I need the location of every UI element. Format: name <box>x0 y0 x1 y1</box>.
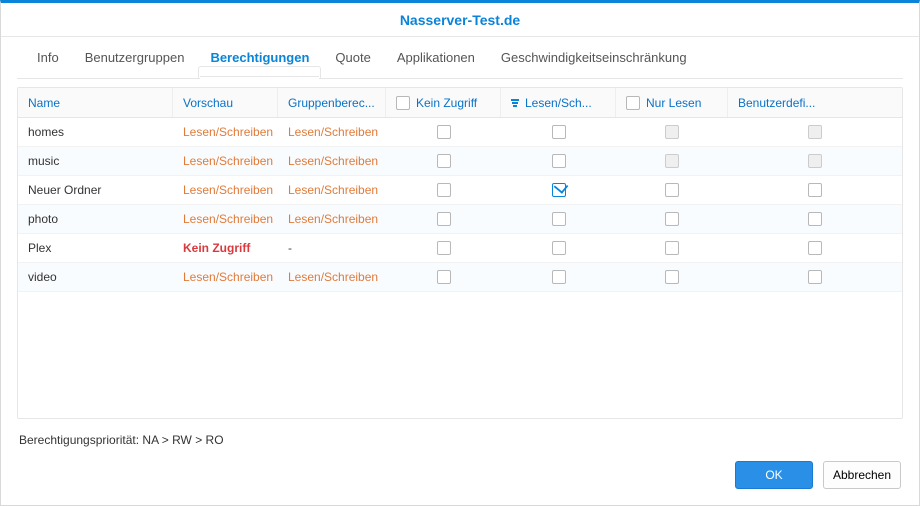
table-row[interactable]: Neuer OrdnerLesen/SchreibenLesen/Schreib… <box>18 176 902 205</box>
tab-speed-limit[interactable]: Geschwindigkeitseinschränkung <box>501 37 687 78</box>
dialog-window: Nasserver-Test.de Info Benutzergruppen B… <box>0 0 920 506</box>
checkbox-no-access[interactable] <box>437 212 451 226</box>
titlebar: Nasserver-Test.de <box>1 3 919 37</box>
permissions-table: Name Vorschau Gruppenberec... Kein Zugri… <box>17 87 903 419</box>
checkbox-no-access[interactable] <box>437 241 451 255</box>
cell-preview: Lesen/Schreiben <box>173 263 278 291</box>
cell-preview: Lesen/Schreiben <box>173 118 278 146</box>
priority-note: Berechtigungspriorität: NA > RW > RO <box>1 419 919 461</box>
cell-custom <box>728 263 902 291</box>
checkbox-no-access[interactable] <box>437 125 451 139</box>
cell-group-permission: Lesen/Schreiben <box>278 205 386 233</box>
tab-permissions[interactable]: Berechtigungen <box>210 37 309 78</box>
checkbox-read-write[interactable] <box>552 183 566 197</box>
checkbox-read-only[interactable] <box>665 183 679 197</box>
checkbox-read-only[interactable] <box>665 125 679 139</box>
cell-custom <box>728 118 902 146</box>
cell-no-access <box>386 234 501 262</box>
ok-button[interactable]: OK <box>735 461 813 489</box>
checkbox-read-only[interactable] <box>665 241 679 255</box>
table-row[interactable]: PlexKein Zugriff- <box>18 234 902 263</box>
tab-quota[interactable]: Quote <box>335 37 370 78</box>
cell-group-permission: Lesen/Schreiben <box>278 263 386 291</box>
cell-custom <box>728 234 902 262</box>
col-group-permission[interactable]: Gruppenberec... <box>278 88 386 117</box>
cell-read-write <box>501 147 616 175</box>
checkbox-read-write[interactable] <box>552 241 566 255</box>
cell-custom <box>728 147 902 175</box>
checkbox-read-write[interactable] <box>552 212 566 226</box>
window-title: Nasserver-Test.de <box>400 12 520 28</box>
checkbox-read-write[interactable] <box>552 125 566 139</box>
checkbox-read-write[interactable] <box>552 270 566 284</box>
checkbox-custom[interactable] <box>808 241 822 255</box>
cell-group-permission: Lesen/Schreiben <box>278 118 386 146</box>
cell-group-permission: Lesen/Schreiben <box>278 147 386 175</box>
cell-name: homes <box>18 118 173 146</box>
checkbox-read-only[interactable] <box>665 154 679 168</box>
table-body: homesLesen/SchreibenLesen/Schreibenmusic… <box>18 118 902 292</box>
cell-custom <box>728 176 902 204</box>
checkbox-custom[interactable] <box>808 212 822 226</box>
checkbox-read-only[interactable] <box>665 270 679 284</box>
cell-read-only <box>616 234 728 262</box>
checkbox-no-access[interactable] <box>437 270 451 284</box>
cancel-button[interactable]: Abbrechen <box>823 461 901 489</box>
cell-name: music <box>18 147 173 175</box>
col-no-access[interactable]: Kein Zugriff <box>386 88 501 117</box>
cell-read-write <box>501 234 616 262</box>
checkbox-custom[interactable] <box>808 183 822 197</box>
table-row[interactable]: homesLesen/SchreibenLesen/Schreiben <box>18 118 902 147</box>
cell-read-only <box>616 147 728 175</box>
cell-no-access <box>386 147 501 175</box>
table-row[interactable]: photoLesen/SchreibenLesen/Schreiben <box>18 205 902 234</box>
checkbox-no-access[interactable] <box>437 183 451 197</box>
cell-name: video <box>18 263 173 291</box>
cell-preview: Lesen/Schreiben <box>173 205 278 233</box>
col-custom[interactable]: Benutzerdefi... <box>728 88 902 117</box>
cell-name: photo <box>18 205 173 233</box>
checkbox-icon[interactable] <box>626 96 640 110</box>
table-row[interactable]: musicLesen/SchreibenLesen/Schreiben <box>18 147 902 176</box>
cell-name: Neuer Ordner <box>18 176 173 204</box>
col-preview[interactable]: Vorschau <box>173 88 278 117</box>
tab-user-groups[interactable]: Benutzergruppen <box>85 37 185 78</box>
checkbox-read-write[interactable] <box>552 154 566 168</box>
cell-read-write <box>501 205 616 233</box>
cell-name: Plex <box>18 234 173 262</box>
cell-preview: Kein Zugriff <box>173 234 278 262</box>
cell-no-access <box>386 205 501 233</box>
checkbox-no-access[interactable] <box>437 154 451 168</box>
cell-read-write <box>501 176 616 204</box>
tab-bar: Info Benutzergruppen Berechtigungen Quot… <box>17 37 903 79</box>
cell-preview: Lesen/Schreiben <box>173 147 278 175</box>
table-row[interactable]: videoLesen/SchreibenLesen/Schreiben <box>18 263 902 292</box>
cell-read-only <box>616 176 728 204</box>
cell-custom <box>728 205 902 233</box>
cell-preview: Lesen/Schreiben <box>173 176 278 204</box>
checkbox-icon[interactable] <box>396 96 410 110</box>
checkbox-read-only[interactable] <box>665 212 679 226</box>
cell-no-access <box>386 176 501 204</box>
cell-no-access <box>386 118 501 146</box>
checkbox-custom[interactable] <box>808 270 822 284</box>
cell-group-permission: Lesen/Schreiben <box>278 176 386 204</box>
cell-read-write <box>501 118 616 146</box>
table-header-row: Name Vorschau Gruppenberec... Kein Zugri… <box>18 88 902 118</box>
col-read-only[interactable]: Nur Lesen <box>616 88 728 117</box>
tab-info[interactable]: Info <box>37 37 59 78</box>
col-read-write[interactable]: Lesen/Sch... <box>501 88 616 117</box>
cell-no-access <box>386 263 501 291</box>
sort-icon <box>511 99 519 107</box>
col-name[interactable]: Name <box>18 88 173 117</box>
tab-applications[interactable]: Applikationen <box>397 37 475 78</box>
cell-read-only <box>616 263 728 291</box>
checkbox-custom[interactable] <box>808 154 822 168</box>
cell-read-only <box>616 205 728 233</box>
dialog-footer: OK Abbrechen <box>1 461 919 505</box>
checkbox-custom[interactable] <box>808 125 822 139</box>
cell-read-only <box>616 118 728 146</box>
cell-group-permission: - <box>278 234 386 262</box>
cell-read-write <box>501 263 616 291</box>
